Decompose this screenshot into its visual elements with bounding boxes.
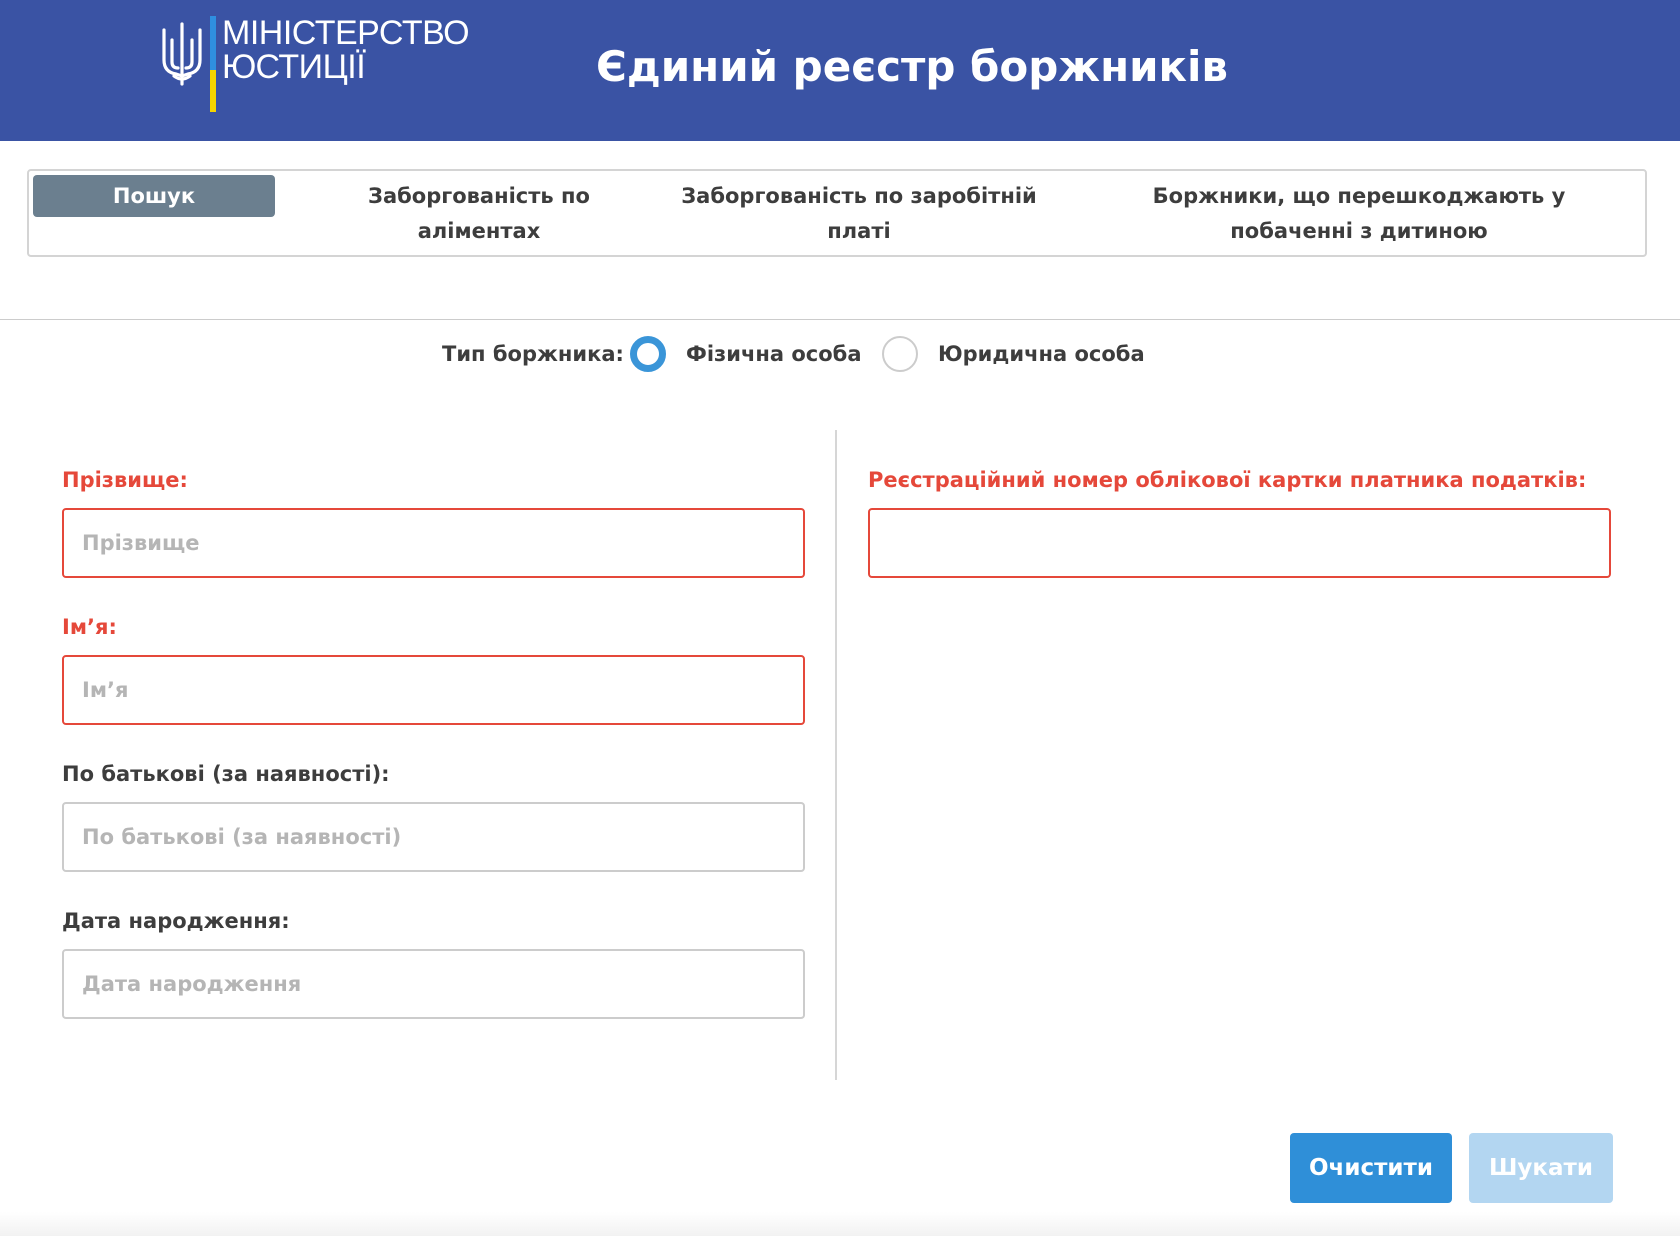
logo-text-line1: МІНІСТЕРСТВО <box>222 14 470 52</box>
radio-legal-entity-label[interactable]: Юридична особа <box>938 336 1145 372</box>
name-label: Ім’я: <box>62 615 117 639</box>
name-input[interactable] <box>62 655 805 725</box>
birth-date-label: Дата народження: <box>62 909 290 933</box>
logo-text-line2: ЮСТИЦІЇ <box>222 48 366 86</box>
search-button[interactable]: Шукати <box>1469 1133 1613 1203</box>
radio-individual-label[interactable]: Фізична особа <box>686 336 862 372</box>
footer-shadow <box>0 1212 1680 1236</box>
trident-icon <box>162 22 202 86</box>
radio-legal-entity[interactable] <box>882 336 918 372</box>
debtor-type-label: Тип боржника: <box>442 342 624 366</box>
tab-search[interactable]: Пошук <box>33 175 275 217</box>
radio-individual[interactable] <box>630 336 666 372</box>
surname-input[interactable] <box>62 508 805 578</box>
tax-id-input[interactable] <box>868 508 1611 578</box>
tab-alimony-debt[interactable]: Заборгованість по аліментах <box>309 179 649 249</box>
tab-bar: Пошук Заборгованість по аліментах Заборг… <box>27 169 1647 257</box>
surname-label: Прізвище: <box>62 468 188 492</box>
tab-salary-debt[interactable]: Заборгованість по заробітній платі <box>669 179 1049 249</box>
tax-id-label: Реєстраційний номер облікової картки пла… <box>868 468 1587 492</box>
patronymic-label: По батькові (за наявності): <box>62 762 390 786</box>
ministry-logo[interactable]: МІНІСТЕРСТВО ЮСТИЦІЇ <box>160 16 470 114</box>
site-header: МІНІСТЕРСТВО ЮСТИЦІЇ Єдиний реєстр боржн… <box>0 0 1680 141</box>
debtor-type-selector: Тип боржника: Фізична особа Юридична осо… <box>0 336 1680 372</box>
section-divider <box>0 319 1680 320</box>
birth-date-input[interactable] <box>62 949 805 1019</box>
column-divider <box>835 430 837 1080</box>
page-title: Єдиний реєстр боржників <box>596 42 1229 91</box>
tab-child-visitation-debtors[interactable]: Боржники, що перешкоджають у побаченні з… <box>1089 179 1629 249</box>
logo-flag-bar <box>210 16 216 112</box>
patronymic-input[interactable] <box>62 802 805 872</box>
clear-button[interactable]: Очистити <box>1290 1133 1452 1203</box>
